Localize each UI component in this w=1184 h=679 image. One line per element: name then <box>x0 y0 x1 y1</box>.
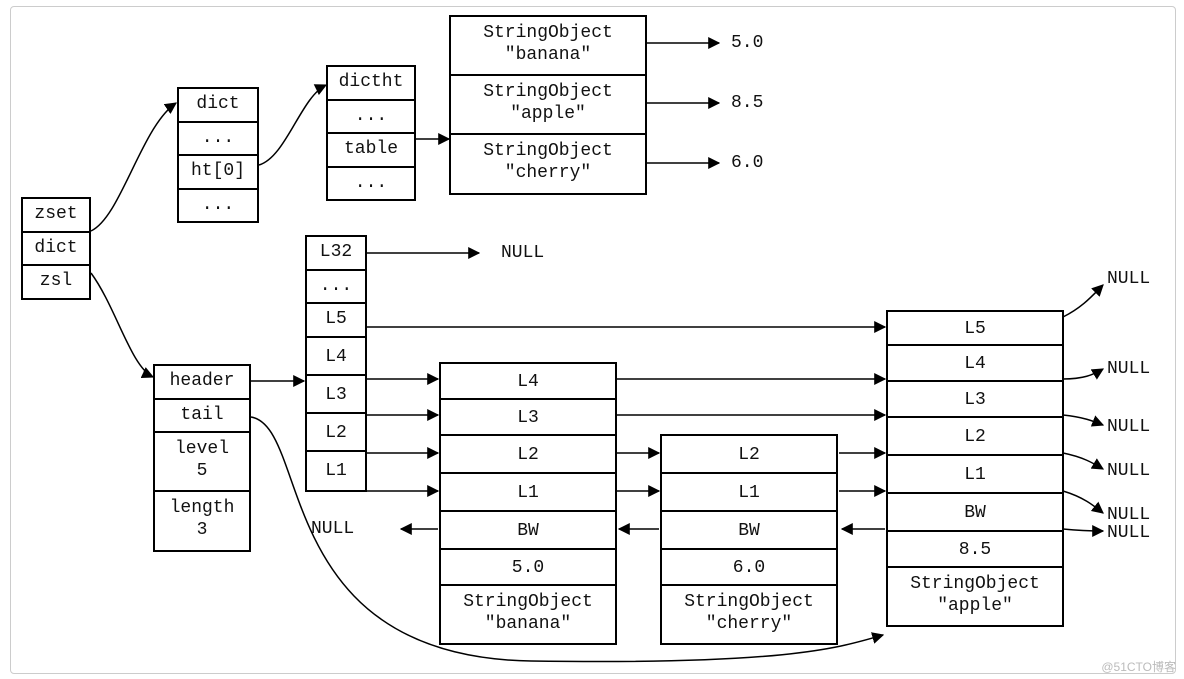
dict-ht0: ht[0] <box>179 156 257 190</box>
skiplist-node-cherry: L2 L1 BW 6.0 StringObject "cherry" <box>660 434 838 645</box>
zset-dict: dict <box>23 233 89 267</box>
node3-obj-type: StringObject <box>896 574 1054 596</box>
node2-obj: StringObject "cherry" <box>662 586 836 643</box>
zsl-level-value: 5 <box>163 461 241 483</box>
dict-title: dict <box>179 89 257 123</box>
score-banana: 5.0 <box>731 33 763 53</box>
dict-entries: StringObject "banana" StringObject "appl… <box>449 15 647 195</box>
entry-cherry-value: "cherry" <box>459 163 637 185</box>
dictht-struct: dictht ... table ... <box>326 65 416 201</box>
null-L2: NULL <box>1107 461 1150 481</box>
zsl-length-value: 3 <box>163 520 241 542</box>
node1-obj-type: StringObject <box>449 592 607 614</box>
node1-BW: BW <box>441 512 615 550</box>
null-bw-right: NULL <box>1107 523 1150 543</box>
node3-L3: L3 <box>888 382 1062 418</box>
zsl-length: length 3 <box>155 492 249 549</box>
node2-L2: L2 <box>662 436 836 474</box>
dictht-dots2: ... <box>328 168 414 200</box>
zset-title: zset <box>23 199 89 233</box>
node1-L4: L4 <box>441 364 615 400</box>
node2-BW: BW <box>662 512 836 550</box>
dictht-title: dictht <box>328 67 414 101</box>
node1-L1: L1 <box>441 474 615 512</box>
entry-banana-value: "banana" <box>459 45 637 67</box>
null-L32: NULL <box>501 243 544 263</box>
header-L1: L1 <box>307 452 365 490</box>
skiplist-node-apple: L5 L4 L3 L2 L1 BW 8.5 StringObject "appl… <box>886 310 1064 627</box>
header-L5: L5 <box>307 304 365 338</box>
skiplist-header: L32 ... L5 L4 L3 L2 L1 <box>305 235 367 492</box>
node1-score: 5.0 <box>441 550 615 586</box>
node3-L1: L1 <box>888 456 1062 494</box>
entry-apple: StringObject "apple" <box>451 76 645 135</box>
node1-L3: L3 <box>441 400 615 436</box>
dict-dots2: ... <box>179 190 257 222</box>
entry-apple-value: "apple" <box>459 104 637 126</box>
node3-L5: L5 <box>888 312 1062 346</box>
header-L32: L32 <box>307 237 365 271</box>
node3-obj-value: "apple" <box>896 596 1054 618</box>
node3-L4: L4 <box>888 346 1062 382</box>
entry-banana: StringObject "banana" <box>451 17 645 76</box>
header-L2: L2 <box>307 414 365 452</box>
score-cherry: 6.0 <box>731 153 763 173</box>
header-L4: L4 <box>307 338 365 376</box>
zsl-length-label: length <box>163 498 241 520</box>
null-L3: NULL <box>1107 417 1150 437</box>
node2-L1: L1 <box>662 474 836 512</box>
dictht-table: table <box>328 134 414 168</box>
entry-type: StringObject <box>459 23 637 45</box>
zsl-header: header <box>155 366 249 400</box>
zsl-tail: tail <box>155 400 249 434</box>
node1-obj-value: "banana" <box>449 614 607 636</box>
node3-obj: StringObject "apple" <box>888 568 1062 625</box>
entry-type: StringObject <box>459 82 637 104</box>
watermark: @51CTO博客 <box>1101 658 1176 675</box>
node2-score: 6.0 <box>662 550 836 586</box>
node1-L2: L2 <box>441 436 615 474</box>
zsl-level-label: level <box>163 439 241 461</box>
entry-cherry: StringObject "cherry" <box>451 135 645 192</box>
zset-zsl: zsl <box>23 266 89 298</box>
node3-score: 8.5 <box>888 532 1062 568</box>
skiplist-node-banana: L4 L3 L2 L1 BW 5.0 StringObject "banana" <box>439 362 617 645</box>
null-L1: NULL <box>1107 505 1150 525</box>
node2-obj-type: StringObject <box>670 592 828 614</box>
dictht-dots1: ... <box>328 101 414 135</box>
node3-BW: BW <box>888 494 1062 532</box>
node3-L2: L2 <box>888 418 1062 456</box>
dict-struct: dict ... ht[0] ... <box>177 87 259 223</box>
null-L5: NULL <box>1107 269 1150 289</box>
header-L3: L3 <box>307 376 365 414</box>
zset-struct: zset dict zsl <box>21 197 91 300</box>
null-header-bw: NULL <box>311 519 354 539</box>
node1-obj: StringObject "banana" <box>441 586 615 643</box>
header-dots: ... <box>307 271 365 305</box>
entry-type: StringObject <box>459 141 637 163</box>
score-apple: 8.5 <box>731 93 763 113</box>
node2-obj-value: "cherry" <box>670 614 828 636</box>
zsl-meta: header tail level 5 length 3 <box>153 364 251 552</box>
zsl-level: level 5 <box>155 433 249 492</box>
dict-dots1: ... <box>179 123 257 157</box>
null-L4: NULL <box>1107 359 1150 379</box>
